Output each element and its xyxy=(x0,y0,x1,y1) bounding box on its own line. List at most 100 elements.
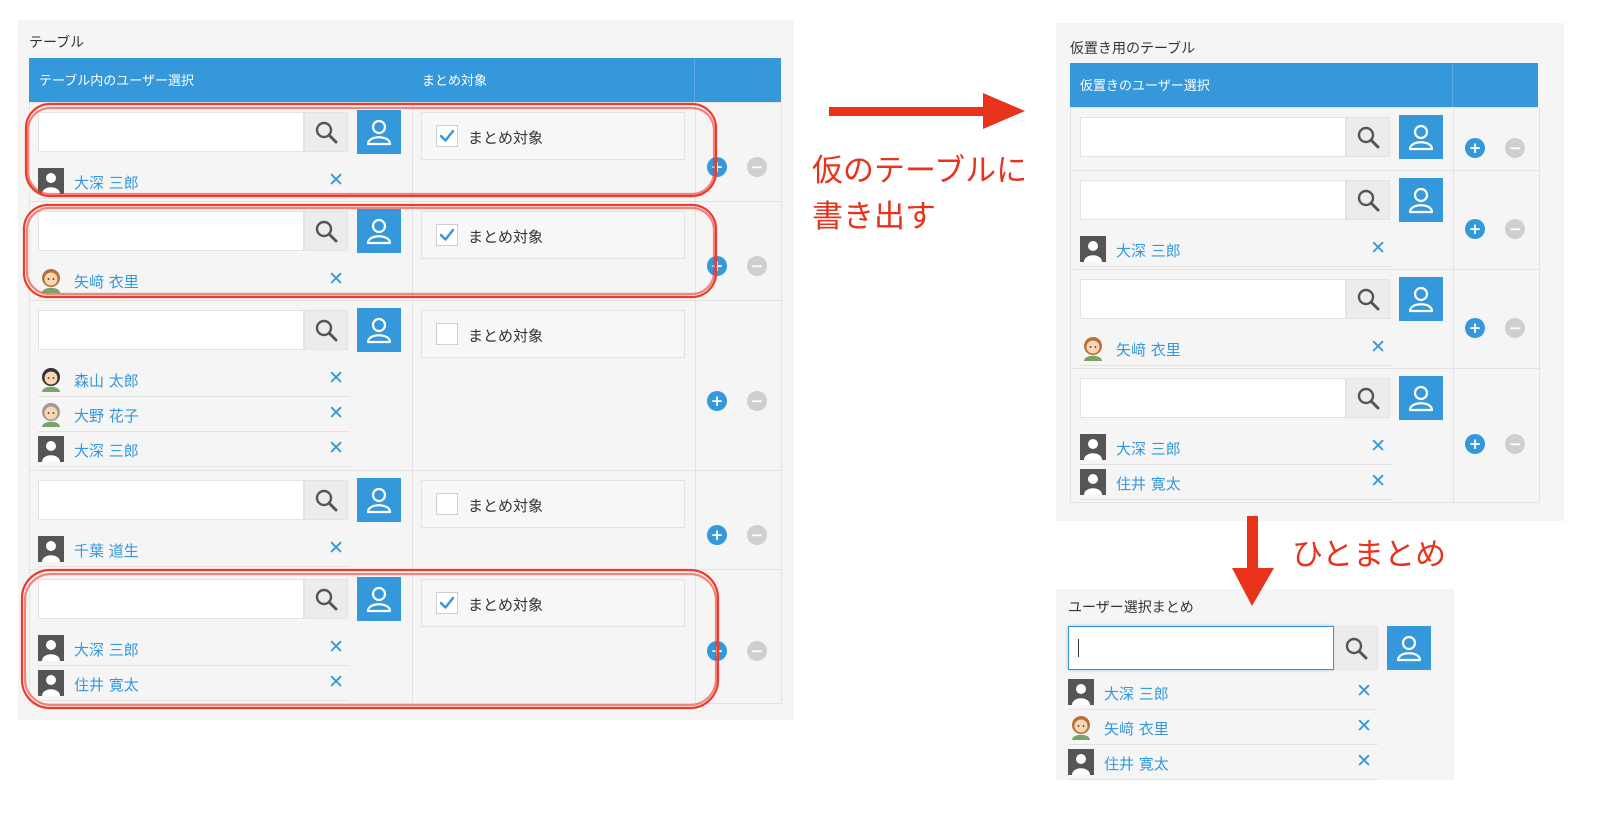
add-row-plus-icon[interactable]: + xyxy=(707,391,727,411)
user-avatar-icon xyxy=(38,436,64,462)
summary-target-checkbox-row[interactable]: まとめ対象 xyxy=(421,579,685,627)
user-avatar-icon xyxy=(1080,434,1106,460)
search-button[interactable] xyxy=(304,310,348,350)
search-button[interactable] xyxy=(304,211,348,251)
user-name-link[interactable]: 大野 花子 xyxy=(74,405,139,426)
remove-row-minus-icon[interactable]: − xyxy=(1505,219,1525,239)
remove-user-close-icon[interactable]: ✕ xyxy=(1370,436,1386,456)
remove-row-minus-icon[interactable]: − xyxy=(747,256,767,276)
search-button[interactable] xyxy=(1346,117,1390,157)
user-search-input[interactable] xyxy=(1080,279,1346,319)
user-name-link[interactable]: 矢﨑 衣里 xyxy=(1116,339,1181,360)
remove-row-minus-icon[interactable]: − xyxy=(747,157,767,177)
search-button[interactable] xyxy=(1346,180,1390,220)
checkbox-label: まとめ対象 xyxy=(468,327,544,345)
add-row-plus-icon[interactable]: + xyxy=(707,641,727,661)
user-name-link[interactable]: 矢﨑 衣里 xyxy=(1104,718,1169,739)
user-search-input[interactable] xyxy=(38,211,304,251)
summary-search-button[interactable] xyxy=(1334,626,1378,670)
search-button[interactable] xyxy=(1346,378,1390,418)
user-search-input[interactable] xyxy=(1080,117,1346,157)
checkbox[interactable] xyxy=(436,323,458,345)
add-row-plus-icon[interactable]: + xyxy=(1465,434,1485,454)
user-avatar-icon xyxy=(1080,236,1106,262)
user-name-link[interactable]: 千葉 道生 xyxy=(74,540,139,561)
main-table-header: テーブル内のユーザー選択 まとめ対象 xyxy=(29,58,781,102)
user-name-link[interactable]: 矢﨑 衣里 xyxy=(74,271,139,292)
user-select-button[interactable] xyxy=(357,209,401,253)
user-select-button[interactable] xyxy=(357,308,401,352)
remove-user-close-icon[interactable]: ✕ xyxy=(328,170,344,190)
add-row-plus-icon[interactable]: + xyxy=(707,157,727,177)
checkbox[interactable] xyxy=(436,493,458,515)
user-name-link[interactable]: 大深 三郎 xyxy=(1116,240,1181,261)
remove-row-minus-icon[interactable]: − xyxy=(1505,434,1525,454)
search-button[interactable] xyxy=(304,480,348,520)
summary-target-checkbox-row[interactable]: まとめ対象 xyxy=(421,112,685,160)
remove-user-close-icon[interactable]: ✕ xyxy=(328,672,344,692)
checkbox[interactable] xyxy=(436,592,458,614)
user-select-button[interactable] xyxy=(357,577,401,621)
user-search-input[interactable] xyxy=(38,310,304,350)
user-icon xyxy=(1408,187,1434,214)
user-search-input[interactable] xyxy=(38,480,304,520)
remove-row-minus-icon[interactable]: − xyxy=(1505,318,1525,338)
add-row-plus-icon[interactable]: + xyxy=(707,256,727,276)
user-search-input[interactable] xyxy=(38,579,304,619)
summary-target-checkbox-row[interactable]: まとめ対象 xyxy=(421,310,685,358)
user-name-link[interactable]: 大深 三郎 xyxy=(74,440,139,461)
checkbox-label: まとめ対象 xyxy=(468,129,544,147)
user-select-button[interactable] xyxy=(1399,277,1443,321)
remove-user-close-icon[interactable]: ✕ xyxy=(1370,471,1386,491)
search-button[interactable] xyxy=(304,112,348,152)
search-icon xyxy=(1357,387,1380,410)
col-temp-user-header: 仮置きのユーザー選択 xyxy=(1080,79,1210,94)
checkbox[interactable] xyxy=(436,125,458,147)
add-row-plus-icon[interactable]: + xyxy=(707,525,727,545)
user-name-link[interactable]: 大深 三郎 xyxy=(1104,683,1169,704)
user-select-button[interactable] xyxy=(357,478,401,522)
selected-user-entry: 住井 寛太 ✕ xyxy=(1080,465,1392,500)
user-name-link[interactable]: 住井 寛太 xyxy=(74,674,139,695)
summary-user-select-button[interactable] xyxy=(1387,626,1431,670)
remove-user-close-icon[interactable]: ✕ xyxy=(1356,716,1372,736)
user-search-input[interactable] xyxy=(38,112,304,152)
add-row-plus-icon[interactable]: + xyxy=(1465,318,1485,338)
user-search-input[interactable] xyxy=(1080,378,1346,418)
remove-user-close-icon[interactable]: ✕ xyxy=(328,637,344,657)
remove-row-minus-icon[interactable]: − xyxy=(747,525,767,545)
add-row-plus-icon[interactable]: + xyxy=(1465,219,1485,239)
user-icon xyxy=(366,317,392,344)
user-select-button[interactable] xyxy=(357,110,401,154)
user-search-input[interactable] xyxy=(1080,180,1346,220)
summary-target-checkbox-row[interactable]: まとめ対象 xyxy=(421,480,685,528)
user-name-link[interactable]: 森山 太郎 xyxy=(74,370,139,391)
remove-row-minus-icon[interactable]: − xyxy=(747,391,767,411)
user-name-link[interactable]: 住井 寛太 xyxy=(1104,753,1169,774)
remove-user-close-icon[interactable]: ✕ xyxy=(328,403,344,423)
add-row-plus-icon[interactable]: + xyxy=(1465,138,1485,158)
search-button[interactable] xyxy=(1346,279,1390,319)
user-select-button[interactable] xyxy=(1399,376,1443,420)
user-name-link[interactable]: 大深 三郎 xyxy=(74,639,139,660)
remove-user-close-icon[interactable]: ✕ xyxy=(1356,681,1372,701)
remove-user-close-icon[interactable]: ✕ xyxy=(1370,238,1386,258)
summary-user-search-input[interactable] xyxy=(1068,626,1334,670)
remove-row-minus-icon[interactable]: − xyxy=(747,641,767,661)
remove-user-close-icon[interactable]: ✕ xyxy=(328,538,344,558)
user-name-link[interactable]: 大深 三郎 xyxy=(74,172,139,193)
remove-user-close-icon[interactable]: ✕ xyxy=(1356,751,1372,771)
remove-user-close-icon[interactable]: ✕ xyxy=(1370,337,1386,357)
user-name-link[interactable]: 住井 寛太 xyxy=(1116,473,1181,494)
user-name-link[interactable]: 大深 三郎 xyxy=(1116,438,1181,459)
check-icon xyxy=(439,228,455,241)
search-button[interactable] xyxy=(304,579,348,619)
user-select-button[interactable] xyxy=(1399,178,1443,222)
summary-target-checkbox-row[interactable]: まとめ対象 xyxy=(421,211,685,259)
remove-user-close-icon[interactable]: ✕ xyxy=(328,438,344,458)
checkbox[interactable] xyxy=(436,224,458,246)
remove-user-close-icon[interactable]: ✕ xyxy=(328,368,344,388)
remove-user-close-icon[interactable]: ✕ xyxy=(328,269,344,289)
remove-row-minus-icon[interactable]: − xyxy=(1505,138,1525,158)
user-select-button[interactable] xyxy=(1399,115,1443,159)
